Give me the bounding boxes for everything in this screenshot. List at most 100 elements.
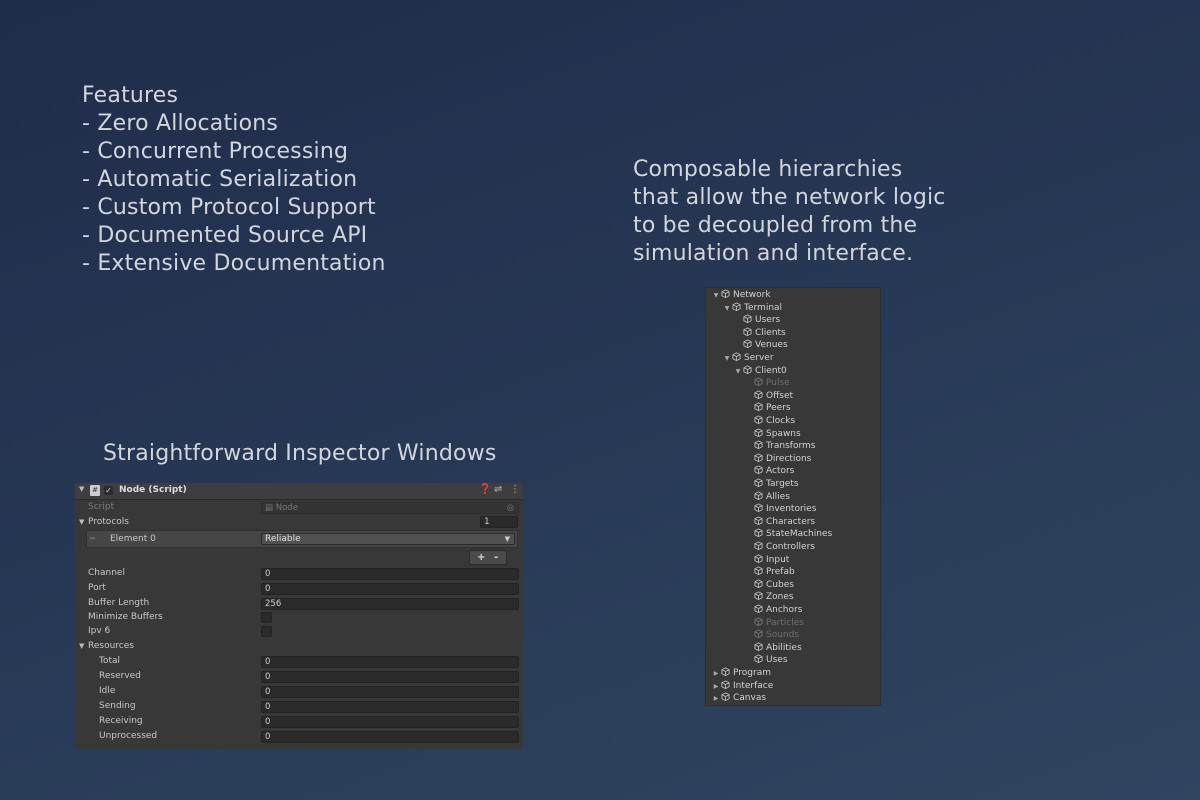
gameobject-cube-icon xyxy=(754,440,766,451)
hierarchy-item[interactable]: Sounds xyxy=(744,629,799,641)
hierarchy-item[interactable]: ▼ Client0 xyxy=(733,365,787,377)
gameobject-cube-icon xyxy=(754,654,766,665)
expand-arrow-icon[interactable]: ▼ xyxy=(722,303,732,315)
hierarchy-item[interactable]: ▼ Network xyxy=(711,289,771,301)
total-row: Total 0 xyxy=(75,655,523,669)
collapse-arrow-icon[interactable]: ▼ xyxy=(79,485,84,493)
hierarchy-item[interactable]: Clients xyxy=(733,327,786,339)
hierarchy-item[interactable]: Peers xyxy=(744,402,791,414)
feature-item: - Automatic Serialization xyxy=(82,167,358,192)
hierarchy-item[interactable]: ▼ Server xyxy=(722,352,774,364)
total-field[interactable]: 0 xyxy=(261,656,519,668)
gameobject-cube-icon xyxy=(754,566,766,577)
minimize-buffers-row: Minimize Buffers xyxy=(75,611,523,625)
hierarchy-panel: ▼ Network ▼ Terminal Users Clients Venues ▼ Serv… xyxy=(705,287,881,706)
list-element[interactable]: ═ Element 0 Reliable ▼ xyxy=(86,530,518,548)
hierarchy-item[interactable]: Cubes xyxy=(744,579,794,591)
preset-icon[interactable]: ⇌ xyxy=(494,484,502,495)
expand-arrow-icon[interactable]: ▼ xyxy=(711,290,721,302)
collapse-arrow-icon[interactable]: ▶ xyxy=(711,681,721,693)
ipv6-row: Ipv 6 xyxy=(75,625,523,639)
hierarchy-item-label: Interface xyxy=(733,680,774,691)
expand-arrow-icon[interactable]: ▼ xyxy=(722,353,732,365)
port-field[interactable]: 0 xyxy=(261,583,519,595)
hierarchy-item[interactable]: Users xyxy=(733,314,780,326)
hierarchy-item[interactable]: Offset xyxy=(744,390,793,402)
resources-row[interactable]: ▼ Resources xyxy=(75,640,523,654)
hierarchy-item-label: StateMachines xyxy=(766,529,833,540)
list-add-remove: + - xyxy=(469,550,507,565)
resources-expand-icon[interactable]: ▼ xyxy=(79,642,84,650)
hierarchy-item[interactable]: Anchors xyxy=(744,604,802,616)
channel-field[interactable]: 0 xyxy=(261,568,519,580)
script-value: Node xyxy=(275,503,298,513)
more-options-icon[interactable]: ⋮ xyxy=(510,484,520,495)
hierarchy-item[interactable]: Particles xyxy=(744,617,804,629)
protocols-count-field[interactable]: 1 xyxy=(480,516,518,528)
idle-field[interactable]: 0 xyxy=(261,686,519,698)
unprocessed-label: Unprocessed xyxy=(99,731,158,741)
gameobject-cube-icon xyxy=(721,289,733,300)
gameobject-cube-icon xyxy=(754,415,766,426)
hierarchy-item[interactable]: Clocks xyxy=(744,415,795,427)
hierarchy-item-label: Particles xyxy=(766,617,804,628)
hierarchy-item[interactable]: Controllers xyxy=(744,541,815,553)
buffer-length-field[interactable]: 256 xyxy=(261,598,519,610)
hierarchy-item-label: Network xyxy=(733,290,771,300)
expand-arrow-icon[interactable]: ▼ xyxy=(733,366,743,378)
hierarchy-item[interactable]: Pulse xyxy=(744,377,790,389)
remove-element-button[interactable]: - xyxy=(494,552,498,563)
protocol-dropdown[interactable]: Reliable ▼ xyxy=(261,533,515,545)
hierarchy-item[interactable]: Directions xyxy=(744,453,811,465)
hierarchy-item[interactable]: Venues xyxy=(733,339,788,351)
hierarchy-item[interactable]: Targets xyxy=(744,478,799,490)
gameobject-cube-icon xyxy=(721,680,733,691)
gameobject-cube-icon xyxy=(754,516,766,527)
description-line: to be decoupled from the xyxy=(633,213,918,238)
hierarchy-item[interactable]: ▶ Canvas xyxy=(711,692,766,704)
hierarchy-item[interactable]: Input xyxy=(744,554,789,566)
hierarchy-item[interactable]: Characters xyxy=(744,516,815,528)
add-element-button[interactable]: + xyxy=(477,552,485,563)
hierarchy-item-label: Directions xyxy=(766,453,812,464)
hierarchy-item[interactable]: Allies xyxy=(744,491,790,503)
minimize-buffers-checkbox[interactable] xyxy=(261,612,272,623)
reserved-field[interactable]: 0 xyxy=(261,671,519,683)
hierarchy-item[interactable]: Abilities xyxy=(744,642,802,654)
description-line: Composable hierarchies xyxy=(633,157,903,182)
protocols-expand-icon[interactable]: ▼ xyxy=(79,518,84,526)
channel-label: Channel xyxy=(88,568,125,578)
gameobject-cube-icon xyxy=(754,428,766,439)
enabled-checkbox[interactable]: ✓ xyxy=(104,486,113,495)
gameobject-cube-icon xyxy=(732,352,744,363)
sending-field[interactable]: 0 xyxy=(261,701,519,713)
hierarchy-item[interactable]: Zones xyxy=(744,591,794,603)
hierarchy-item[interactable]: Uses xyxy=(744,654,788,666)
hierarchy-item-label: Uses xyxy=(766,655,788,666)
hierarchy-item[interactable]: Actors xyxy=(744,465,794,477)
gameobject-cube-icon xyxy=(743,327,755,338)
inspector-caption: Straightforward Inspector Windows xyxy=(103,441,497,466)
receiving-field[interactable]: 0 xyxy=(261,716,519,728)
hierarchy-item[interactable]: StateMachines xyxy=(744,528,832,540)
port-row: Port 0 xyxy=(75,582,523,596)
collapse-arrow-icon[interactable]: ▶ xyxy=(711,668,721,680)
hierarchy-item[interactable]: Prefab xyxy=(744,566,795,578)
script-field[interactable]: ▤ Node ◎ xyxy=(261,502,519,514)
component-header[interactable]: ▼ # ✓ Node (Script) ❓ ⇌ ⋮ xyxy=(75,483,523,500)
hierarchy-item[interactable]: Inventories xyxy=(744,503,816,515)
ipv6-checkbox[interactable] xyxy=(261,626,272,637)
hierarchy-item-label: Client0 xyxy=(755,365,787,376)
help-icon[interactable]: ❓ xyxy=(479,484,491,495)
hierarchy-item[interactable]: Transforms xyxy=(744,440,815,452)
hierarchy-item[interactable]: Spawns xyxy=(744,428,801,440)
protocols-row[interactable]: ▼ Protocols xyxy=(75,516,523,530)
drag-handle-icon[interactable]: ═ xyxy=(90,534,95,543)
hierarchy-item-label: Targets xyxy=(766,479,799,489)
object-picker-icon[interactable]: ◎ xyxy=(507,503,514,514)
hierarchy-item[interactable]: ▼ Terminal xyxy=(722,302,782,314)
hierarchy-item[interactable]: ▶ Interface xyxy=(711,680,773,692)
unprocessed-field[interactable]: 0 xyxy=(261,731,519,743)
collapse-arrow-icon[interactable]: ▶ xyxy=(711,693,721,705)
hierarchy-item[interactable]: ▶ Program xyxy=(711,667,771,679)
